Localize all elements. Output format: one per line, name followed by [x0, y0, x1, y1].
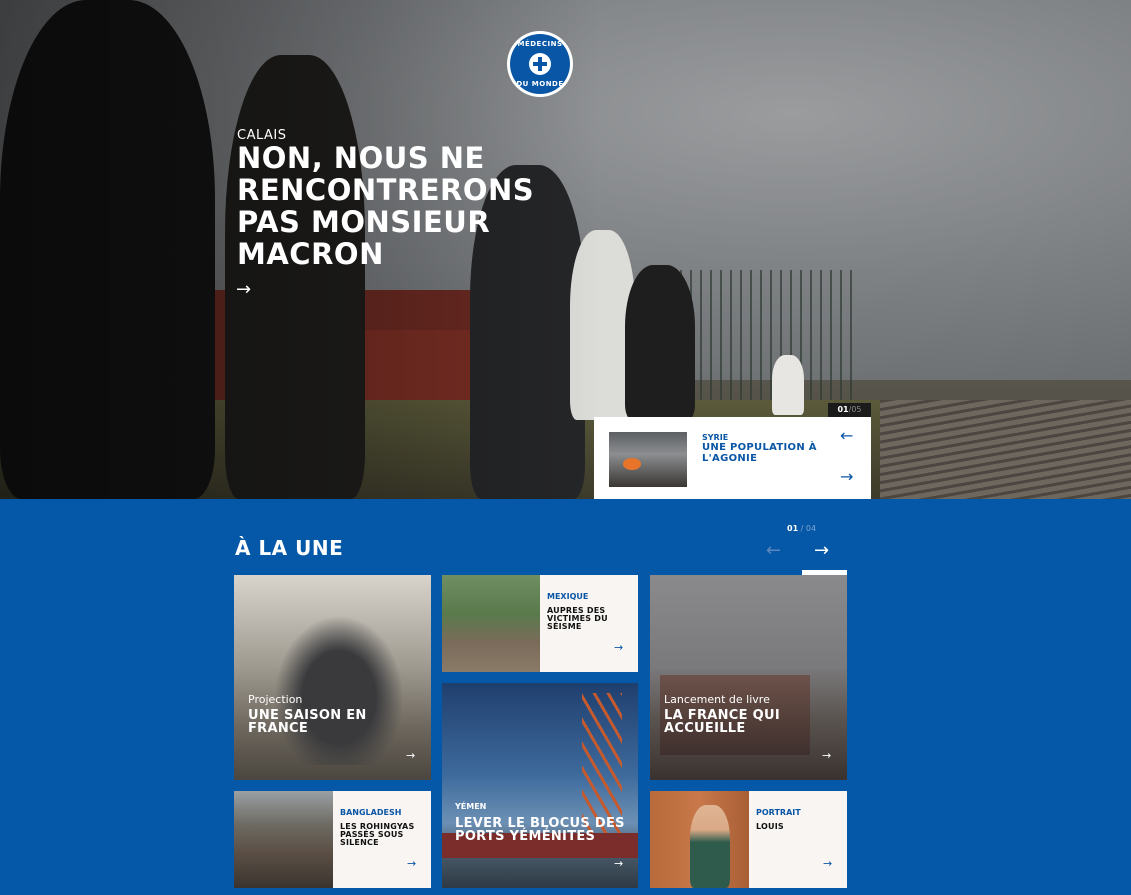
hero-banner: MÉDECINS DU MONDE CALAIS NON, NOUS NE RE…	[0, 0, 1131, 499]
tile-kicker: Projection	[248, 693, 303, 706]
slide-counter: 01/05	[828, 403, 871, 417]
card-kicker: PORTRAIT	[756, 808, 801, 817]
arrow-right-icon: →	[614, 857, 624, 870]
next-slide-kicker: SYRIE	[702, 433, 729, 442]
next-slide-title: UNE POPULATION À L'AGONIE	[702, 442, 817, 464]
arrow-right-icon: →	[614, 641, 624, 654]
card-photo	[234, 791, 333, 888]
arrow-right-icon: →	[822, 749, 832, 762]
news-tile[interactable]: Lancement de livre LA FRANCE QUI ACCUEIL…	[650, 575, 847, 780]
news-tile[interactable]: Projection UNE SAISON EN FRANCE →	[234, 575, 431, 780]
card-title: LOUIS	[756, 822, 784, 831]
next-slide-thumbnail	[609, 432, 687, 487]
news-tile[interactable]: YÉMEN LEVER LE BLOCUS DES PORTS YÉMÉNITE…	[442, 683, 638, 888]
next-slide-card[interactable]: SYRIE UNE POPULATION À L'AGONIE ← →	[594, 417, 871, 499]
hero-rails	[880, 400, 1131, 499]
tile-figures	[274, 615, 404, 765]
tile-title: LEVER LE BLOCUS DES PORTS YÉMÉNITES	[455, 816, 625, 844]
news-card[interactable]: MEXIQUE AUPRES DES VICTIMES DU SÉISME →	[442, 575, 638, 672]
tile-kicker: YÉMEN	[455, 802, 487, 811]
carousel-counter: 01 / 04	[787, 524, 816, 533]
card-kicker: BANGLADESH	[340, 808, 402, 817]
arrow-right-icon: →	[406, 749, 416, 762]
hero-title[interactable]: NON, NOUS NE RENCONTRERONS PAS MONSIEUR …	[237, 142, 577, 270]
card-title: AUPRES DES VICTIMES DU SÉISME	[547, 606, 608, 631]
tile-title: UNE SAISON EN FRANCE	[248, 708, 367, 736]
carousel-total: / 04	[798, 524, 817, 533]
carousel-prev-icon[interactable]: ←	[766, 540, 781, 561]
carousel-current: 01	[787, 524, 799, 533]
logo-text-bottom: DU MONDE	[516, 80, 564, 88]
slide-total: /05	[848, 405, 862, 414]
hero-person	[625, 265, 695, 420]
mdm-logo[interactable]: MÉDECINS DU MONDE	[507, 31, 573, 97]
tile-title: LA FRANCE QUI ACCUEILLE	[664, 708, 780, 736]
card-title: LES ROHINGYAS PASSÉS SOUS SILENCE	[340, 822, 415, 847]
section-title: À LA UNE	[235, 536, 344, 560]
news-card[interactable]: PORTRAIT LOUIS →	[650, 791, 847, 888]
carousel-next-icon[interactable]: →	[814, 540, 829, 561]
hero-person	[772, 355, 804, 415]
logo-text-top: MÉDECINS	[517, 40, 563, 48]
arrow-right-icon[interactable]: →	[840, 467, 853, 486]
card-kicker: MEXIQUE	[547, 592, 589, 601]
card-photo	[442, 575, 540, 672]
arrow-right-icon: →	[823, 857, 833, 870]
news-card[interactable]: BANGLADESH LES ROHINGYAS PASSÉS SOUS SIL…	[234, 791, 431, 888]
portrait-figure	[690, 805, 730, 888]
tile-kicker: Lancement de livre	[664, 693, 770, 706]
arrow-right-icon: →	[407, 857, 417, 870]
logo-ring: MÉDECINS DU MONDE	[510, 34, 570, 94]
cross-icon	[529, 53, 551, 75]
fire-shape	[623, 458, 641, 470]
arrow-left-icon[interactable]: ←	[840, 426, 853, 445]
hero-fence	[680, 270, 860, 420]
hero-arrow-icon[interactable]: →	[236, 280, 251, 300]
slide-current: 01	[837, 405, 849, 414]
